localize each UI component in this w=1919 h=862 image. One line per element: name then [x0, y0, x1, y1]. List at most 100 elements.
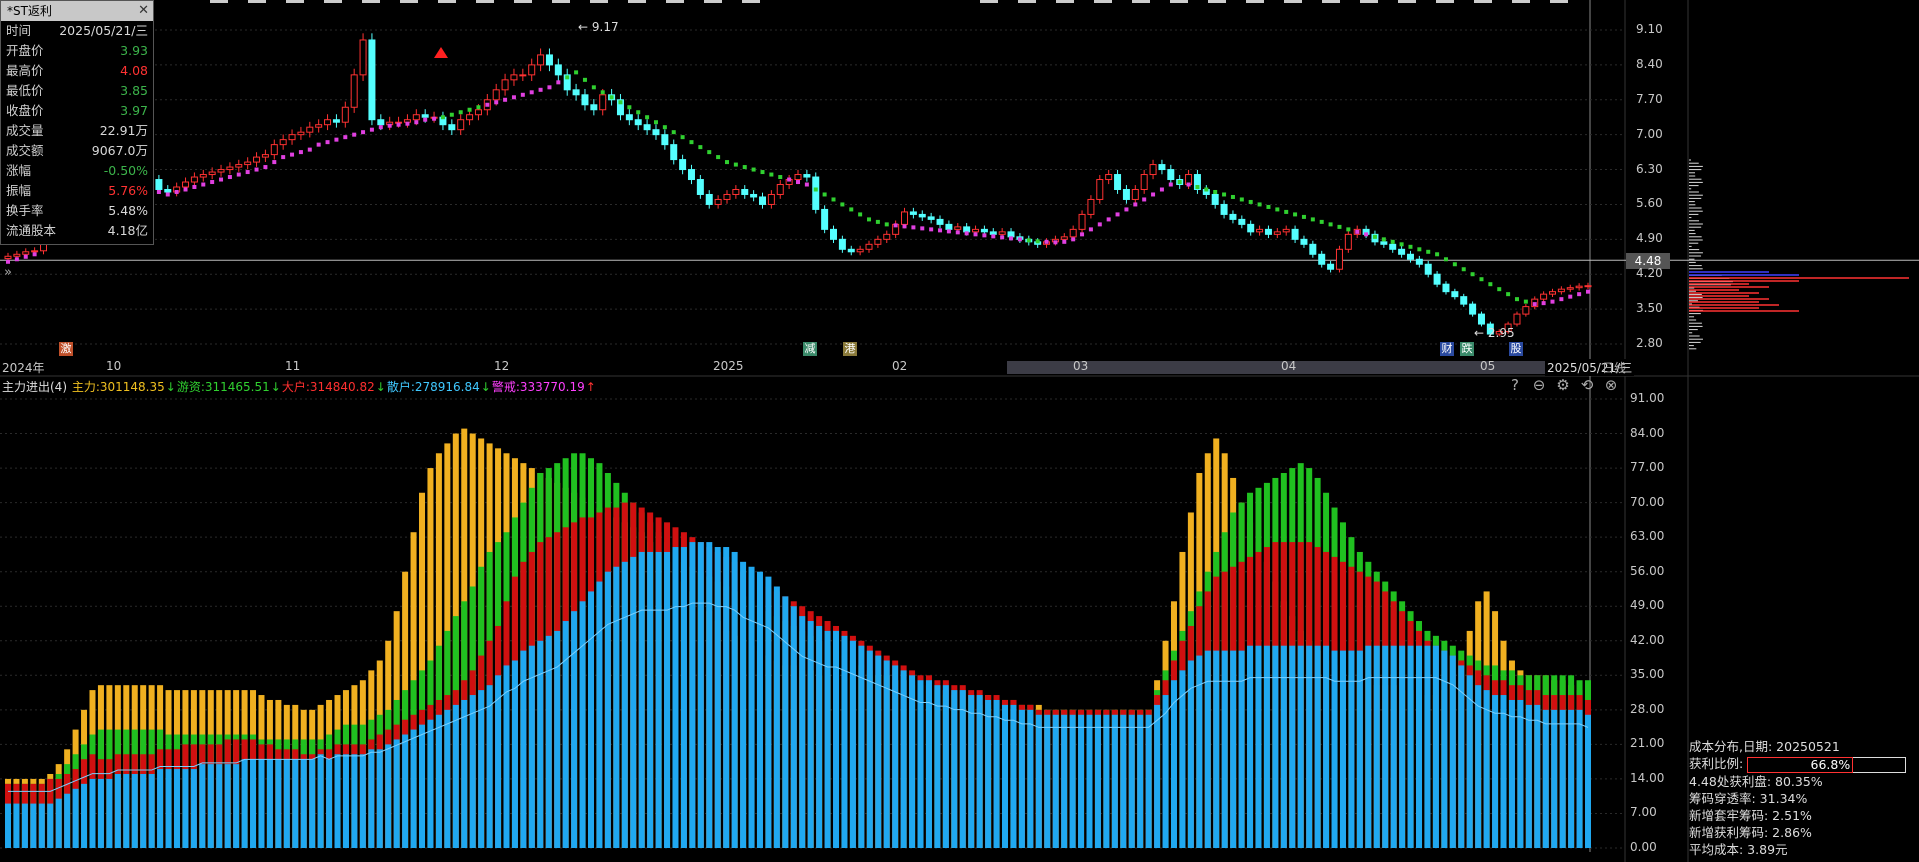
volume-bar: [1542, 709, 1549, 848]
trend-arrow-icon: ↓: [165, 380, 176, 394]
volume-bar: [579, 601, 586, 848]
top-tick: [1512, 0, 1530, 3]
candle-body: [1442, 283, 1450, 293]
sar-dot: [1159, 187, 1164, 192]
expand-icon[interactable]: »: [4, 265, 12, 280]
volume-bar: [1154, 704, 1161, 848]
trend-arrow-icon: ↓: [270, 380, 281, 394]
volume-tick: 70.00: [1630, 494, 1665, 509]
sar-dot: [1372, 234, 1377, 239]
close-icon[interactable]: ⊗: [1599, 376, 1623, 394]
event-badge[interactable]: 跌: [1460, 342, 1474, 356]
sar-dot: [272, 160, 277, 165]
event-badge[interactable]: 财: [1440, 342, 1454, 356]
volume-bar: [985, 699, 992, 848]
volume-bar: [452, 704, 459, 848]
sar-dot: [920, 226, 925, 231]
candle-body: [696, 179, 704, 195]
sar-dot: [751, 167, 756, 172]
event-badge[interactable]: 港: [843, 342, 857, 356]
date-tick: 10: [106, 359, 122, 373]
candle-body: [830, 228, 838, 240]
candle-body: [732, 188, 740, 195]
volume-bar: [706, 542, 713, 848]
volume-bar: [38, 803, 45, 848]
refresh-icon[interactable]: ⟲: [1575, 376, 1599, 394]
candle-body: [758, 196, 766, 205]
sar-dot: [600, 90, 605, 95]
volume-bar: [55, 798, 62, 848]
sar-dot: [760, 170, 765, 175]
event-badge[interactable]: 激: [59, 342, 73, 356]
settings-icon[interactable]: ⚙: [1551, 376, 1575, 394]
top-tick: [628, 0, 646, 3]
info-row: 流通股本 4.18亿: [1, 221, 153, 241]
candle-body: [1149, 164, 1157, 176]
date-tick: 02: [892, 359, 908, 373]
volume-bar: [410, 729, 417, 848]
top-tick: [1018, 0, 1036, 3]
candle-body: [1566, 287, 1574, 290]
top-tick: [1284, 0, 1302, 3]
info-value: 4.18亿: [107, 223, 148, 238]
volume-bar: [1492, 695, 1499, 848]
zoom-out-icon[interactable]: ⊖: [1527, 376, 1551, 394]
sar-dot: [689, 140, 694, 145]
volume-bar: [1078, 714, 1085, 848]
candle-body: [377, 119, 385, 126]
volume-bar: [1263, 645, 1270, 848]
candle-body: [972, 228, 980, 233]
event-badge[interactable]: 减: [803, 342, 817, 356]
sar-dot: [831, 197, 836, 202]
help-icon[interactable]: ?: [1503, 376, 1527, 394]
indicator-name[interactable]: 主力进出(4): [2, 380, 67, 394]
volume-bar: [1551, 709, 1558, 848]
candle-body: [545, 54, 553, 66]
sar-dot: [733, 162, 738, 167]
volume-bar: [81, 783, 88, 848]
volume-bar: [537, 640, 544, 848]
sar-dot: [742, 165, 747, 170]
event-badge[interactable]: 股: [1509, 342, 1523, 356]
candle-body: [1584, 285, 1592, 288]
sar-dot: [325, 140, 330, 145]
candle-body: [501, 79, 509, 91]
sar-dot: [840, 202, 845, 207]
info-label: 最高价: [6, 63, 44, 78]
sar-dot: [1044, 239, 1049, 244]
candle-body: [980, 228, 988, 233]
volume-bar: [790, 606, 797, 848]
sar-dot: [1390, 239, 1395, 244]
sar-dot: [14, 257, 19, 262]
volume-bar: [207, 764, 214, 848]
volume-bar: [1280, 645, 1287, 848]
low-annotation: ← 2.95: [1474, 326, 1515, 340]
top-tick: [1094, 0, 1112, 3]
volume-bar: [1162, 695, 1169, 848]
volume-tick: 0.00: [1630, 840, 1657, 854]
candle-body: [652, 129, 660, 136]
trend-arrow-icon: ↓: [375, 380, 386, 394]
sar-dot: [645, 115, 650, 120]
price-tick: 9.10: [1636, 22, 1663, 36]
candle-body: [217, 169, 225, 173]
sar-dot: [813, 187, 818, 192]
period-label[interactable]: 日线: [1602, 359, 1626, 376]
volume-bar: [148, 773, 155, 848]
candle-body: [164, 188, 172, 193]
sar-dot: [680, 135, 685, 140]
time-scrollbar[interactable]: [1007, 361, 1629, 374]
sar-dot: [565, 75, 570, 80]
info-value: 2025/05/21/三: [59, 23, 148, 38]
sar-dot: [1417, 247, 1422, 252]
sar-dot: [609, 95, 614, 100]
candle-body: [1451, 291, 1459, 298]
volume-bar: [131, 773, 138, 848]
sar-dot: [1443, 257, 1448, 262]
info-row: 开盘价 3.93: [1, 41, 153, 61]
close-icon[interactable]: ✕: [138, 1, 149, 21]
volume-bar: [731, 551, 738, 848]
sar-dot: [387, 123, 392, 128]
top-tick: [1208, 0, 1226, 3]
sar-dot: [281, 155, 286, 160]
